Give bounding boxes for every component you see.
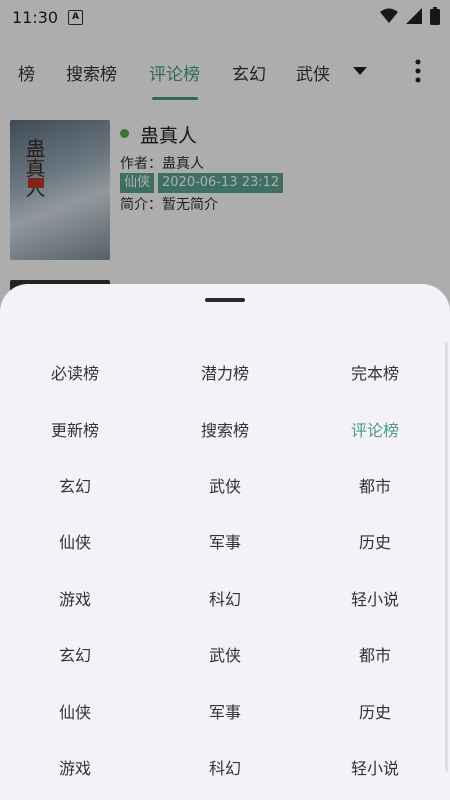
rank-item[interactable]: 更新榜 xyxy=(0,400,150,456)
bottom-sheet: 必读榜 潜力榜 完本榜 更新榜 搜索榜 评论榜 玄幻 武侠 都市 仙侠 军事 历… xyxy=(0,284,450,800)
rank-item[interactable]: 玄幻 xyxy=(0,457,150,513)
rank-item[interactable]: 仙侠 xyxy=(0,682,150,738)
rank-item[interactable]: 轻小说 xyxy=(300,570,450,626)
rank-item[interactable]: 游戏 xyxy=(0,570,150,626)
scrollbar[interactable] xyxy=(445,342,448,772)
rank-item[interactable]: 完本榜 xyxy=(300,344,450,400)
rank-item-active[interactable]: 评论榜 xyxy=(300,400,450,456)
rank-item[interactable]: 军事 xyxy=(150,513,300,569)
rank-item[interactable]: 仙侠 xyxy=(0,513,150,569)
rank-item[interactable]: 历史 xyxy=(300,682,450,738)
rank-grid: 必读榜 潜力榜 完本榜 更新榜 搜索榜 评论榜 玄幻 武侠 都市 仙侠 军事 历… xyxy=(0,344,450,795)
rank-item[interactable]: 科幻 xyxy=(150,570,300,626)
rank-item[interactable]: 搜索榜 xyxy=(150,400,300,456)
rank-item[interactable]: 武侠 xyxy=(150,457,300,513)
rank-item[interactable]: 必读榜 xyxy=(0,344,150,400)
rank-item[interactable]: 玄幻 xyxy=(0,626,150,682)
rank-item[interactable]: 武侠 xyxy=(150,626,300,682)
rank-item[interactable]: 军事 xyxy=(150,682,300,738)
rank-item[interactable]: 潜力榜 xyxy=(150,344,300,400)
rank-item[interactable]: 都市 xyxy=(300,457,450,513)
drag-handle[interactable] xyxy=(205,298,245,302)
rank-item[interactable]: 历史 xyxy=(300,513,450,569)
rank-item[interactable]: 游戏 xyxy=(0,739,150,795)
rank-item[interactable]: 都市 xyxy=(300,626,450,682)
rank-item[interactable]: 科幻 xyxy=(150,739,300,795)
rank-item[interactable]: 轻小说 xyxy=(300,739,450,795)
